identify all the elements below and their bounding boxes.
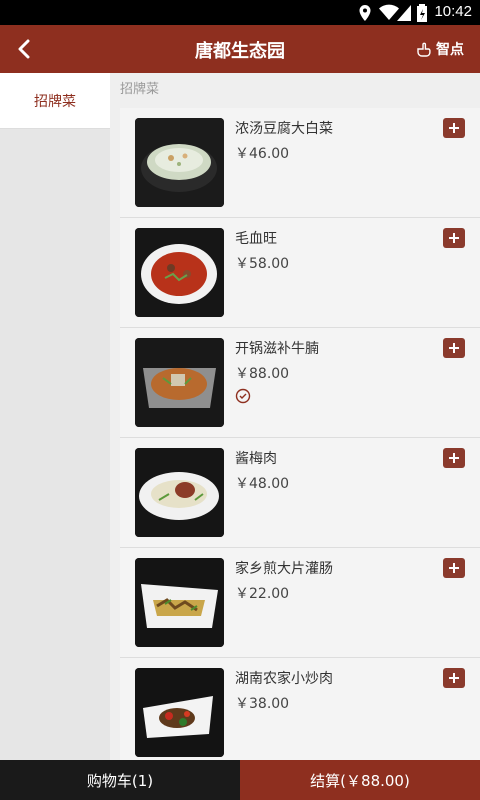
dish-price: ￥38.00 [235,696,290,712]
dish-name: 毛血旺 [235,231,277,247]
dish-name: 湖南农家小炒肉 [235,671,333,687]
smart-order-label: 智点 [436,42,464,58]
dish-name: 酱梅肉 [235,451,277,467]
checkout-button[interactable]: 结算(￥88.00) [240,760,480,800]
dish-price: ￥46.00 [235,146,290,162]
dish-item[interactable]: 浓汤豆腐大白菜 ￥46.00 [120,108,480,218]
dish-price: ￥58.00 [235,256,290,272]
signal-icon [397,5,411,21]
dish-price: ￥48.00 [235,476,290,492]
plus-icon [449,563,459,573]
dish-item[interactable]: 毛血旺 ￥58.00 [120,218,480,328]
page-title: 唐都生态园 [195,41,285,62]
check-circle-icon [235,388,251,404]
add-to-cart-button[interactable] [443,558,465,578]
smart-order-button[interactable]: 智点 [416,39,464,59]
dish-image [135,338,224,427]
location-icon [359,5,371,21]
status-time: 10:42 [434,3,472,20]
add-to-cart-button[interactable] [443,448,465,468]
dish-item[interactable]: 酱梅肉 ￥48.00 [120,438,480,548]
plus-icon [449,453,459,463]
category-sidebar: 招牌菜 [0,73,110,760]
dish-name: 浓汤豆腐大白菜 [235,121,333,137]
dish-name: 家乡煎大片灌肠 [235,561,333,577]
dish-item[interactable]: 家乡煎大片灌肠 ￥22.00 [120,548,480,658]
dish-name: 开锅滋补牛腩 [235,341,319,357]
dish-image [135,668,224,757]
cart-button[interactable]: 购物车(1) [0,760,240,800]
sidebar-item-label: 招牌菜 [34,93,76,110]
add-to-cart-button[interactable] [443,118,465,138]
checkout-label: 结算(￥88.00) [310,771,410,790]
plus-icon [449,123,459,133]
dish-image [135,558,224,647]
dish-image [135,118,224,207]
dish-image [135,228,224,317]
dish-item[interactable]: 湖南农家小炒肉 ￥38.00 [120,658,480,760]
dish-price: ￥22.00 [235,586,290,602]
add-to-cart-button[interactable] [443,668,465,688]
dish-item[interactable]: 开锅滋补牛腩 ￥88.00 [120,328,480,438]
plus-icon [449,343,459,353]
plus-icon [449,673,459,683]
section-title: 招牌菜 [120,82,160,97]
add-to-cart-button[interactable] [443,228,465,248]
dish-price: ￥88.00 [235,366,290,382]
hand-point-icon [417,42,431,57]
sidebar-item-signature[interactable]: 招牌菜 [0,73,110,129]
dish-list[interactable]: 招牌菜 浓汤豆腐大白菜 ￥46.00 毛血旺 ￥58.00 开锅滋补牛腩 ￥88… [110,73,480,760]
plus-icon [449,233,459,243]
battery-icon [417,4,427,22]
bottom-bar: 购物车(1) 结算(￥88.00) [0,760,480,800]
status-bar: 10:42 [0,0,480,25]
dish-image [135,448,224,537]
cart-label: 购物车(1) [86,771,154,790]
app-bar: 唐都生态园 智点 [0,25,480,73]
add-to-cart-button[interactable] [443,338,465,358]
